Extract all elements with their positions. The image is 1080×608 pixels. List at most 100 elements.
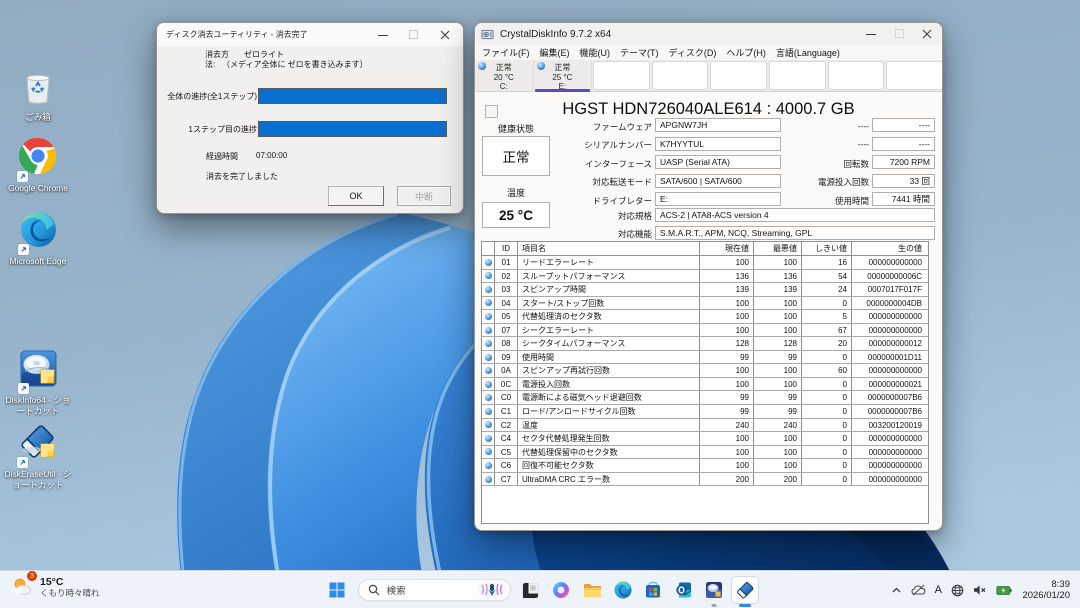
smart-cell-raw: 00000000006C xyxy=(852,270,926,283)
field-right-1-value: ---- xyxy=(872,137,935,151)
smart-row-04[interactable]: 04スタート/ストップ回数10010000000000004DB xyxy=(482,297,928,311)
crystaldiskinfo-taskbar-icon[interactable] xyxy=(701,577,727,603)
field-right-3-label: 電源投入回数 xyxy=(818,176,869,188)
smart-cell-id: C0 xyxy=(495,391,518,404)
smart-header-0: ID xyxy=(495,242,518,255)
shortcut-arrow-icon xyxy=(17,457,28,468)
cdi-titlebar[interactable]: CrystalDiskInfo 9.7.2 x64 xyxy=(475,23,942,45)
search-highlight-art-icon xyxy=(476,581,508,599)
close-button[interactable] xyxy=(913,24,941,43)
erase-dialog-titlebar[interactable]: ディスク消去ユーティリティ - 消去完了 xyxy=(157,23,463,46)
network-globe-icon[interactable] xyxy=(951,584,964,597)
smart-row-C1[interactable]: C1ロード/アンロードサイクル回数999900000000007B6 xyxy=(482,405,928,419)
minimize-button[interactable] xyxy=(367,25,398,44)
file-explorer-icon[interactable] xyxy=(579,577,605,603)
tray-clock[interactable]: 8:39 2026/01/20 xyxy=(1022,579,1070,602)
smart-row-C7[interactable]: C7UltraDMA CRC エラー数2002000000000000000 xyxy=(482,473,928,487)
smart-cell-threshold: 0 xyxy=(802,405,852,418)
menu-item-1[interactable]: 編集(E) xyxy=(535,46,575,59)
field-left-2-label: インターフェース xyxy=(585,158,652,170)
smart-cell-raw: 0000000004DB xyxy=(852,297,926,310)
start-button[interactable] xyxy=(324,577,350,603)
drive-tab-E[interactable]: 正常25 °CE: xyxy=(534,60,593,92)
smart-row-05[interactable]: 05代替処理済のセクタ数1001005000000000000 xyxy=(482,310,928,324)
maximize-button[interactable] xyxy=(398,25,429,44)
smart-row-08[interactable]: 08シークタイムパフォーマンス12812820000000000012 xyxy=(482,337,928,351)
desktop-icon-diskinfo64[interactable]: DiskInfo64 - ショートカット xyxy=(0,350,76,417)
ime-mode-indicator[interactable]: A xyxy=(935,584,942,596)
desktop-screen: ごみ箱 Google Chrome xyxy=(0,0,1080,608)
smart-cell-current: 99 xyxy=(700,405,754,418)
volume-muted-icon[interactable] xyxy=(973,584,987,596)
menu-item-2[interactable]: 機能(U) xyxy=(575,46,616,59)
field-right-0: -------- xyxy=(872,118,935,132)
close-button[interactable] xyxy=(429,25,460,44)
smart-row-0C[interactable]: 0C電源投入回数1001000000000000021 xyxy=(482,378,928,392)
abort-button[interactable]: 中断 xyxy=(397,186,451,206)
menu-item-3[interactable]: テーマ(T) xyxy=(615,46,664,59)
menu-item-0[interactable]: ファイル(F) xyxy=(477,46,535,59)
ok-button[interactable]: OK xyxy=(328,186,384,206)
temperature-box[interactable]: 25 °C xyxy=(482,202,550,228)
drive-status: 正常 xyxy=(534,63,592,72)
cdi-app-icon xyxy=(481,28,494,41)
smart-cell-status xyxy=(482,364,495,377)
search-box[interactable]: 検索 xyxy=(358,579,511,601)
field-left-4: ドライブレターE: xyxy=(655,192,781,206)
smart-row-01[interactable]: 01リードエラーレート10010016000000000000 xyxy=(482,256,928,270)
desktop-icon-diskeraseutil[interactable]: DiskEraseUtil - ショートカット xyxy=(0,423,76,491)
smart-cell-current: 136 xyxy=(700,270,754,283)
smart-row-09[interactable]: 09使用時間99990000000001D11 xyxy=(482,351,928,365)
field-left-3: 対応転送モードSATA/600 | SATA/600 xyxy=(655,174,781,188)
smart-cell-threshold: 16 xyxy=(802,256,852,269)
smart-row-C2[interactable]: C2温度2402400003200120019 xyxy=(482,419,928,433)
field-right-4-value: 7441 時間 xyxy=(872,192,935,206)
smart-cell-current: 100 xyxy=(700,378,754,391)
task-view-icon[interactable] xyxy=(518,577,544,603)
smart-cell-status xyxy=(482,419,495,432)
menu-item-5[interactable]: ヘルプ(H) xyxy=(721,46,771,59)
menu-item-4[interactable]: ディスク(D) xyxy=(664,46,722,59)
smart-row-C4[interactable]: C4セクタ代替処理発生回数1001000000000000000 xyxy=(482,432,928,446)
erase-method-text: ゼロライト （メディア全体に ゼロを書き込みます） xyxy=(222,50,442,70)
smart-header-2: 現在値 xyxy=(700,242,754,255)
step-progress-bar xyxy=(258,121,447,137)
smart-row-02[interactable]: 02スループットパフォーマンス1361365400000000006C xyxy=(482,270,928,284)
smart-row-C0[interactable]: C0電源断による磁気ヘッド退避回数999900000000007B6 xyxy=(482,391,928,405)
drive-tab-C[interactable]: 正常20 °CC: xyxy=(475,60,534,92)
smart-cell-threshold: 0 xyxy=(802,473,852,486)
battery-icon[interactable] xyxy=(996,585,1012,596)
smart-cell-threshold: 54 xyxy=(802,270,852,283)
overall-progress-label: 全体の進捗(全1ステップ) xyxy=(163,92,257,102)
smart-row-C6[interactable]: C6回復不可能セクタ数1001000000000000000 xyxy=(482,459,928,473)
smart-row-03[interactable]: 03スピンアップ時間139139240007017F017F xyxy=(482,283,928,297)
outlook-icon[interactable] xyxy=(671,577,697,603)
maximize-button[interactable] xyxy=(885,24,913,43)
edge-taskbar-icon[interactable] xyxy=(610,577,636,603)
desktop-icon-recycle-bin[interactable]: ごみ箱 xyxy=(0,72,76,123)
smart-row-C5[interactable]: C5代替処理保留中のセクタ数1001000000000000000 xyxy=(482,446,928,460)
menu-item-6[interactable]: 言語(Language) xyxy=(771,46,845,59)
smart-row-07[interactable]: 07シークエラーレート10010067000000000000 xyxy=(482,324,928,338)
copilot-icon[interactable] xyxy=(548,577,574,603)
smart-row-0A[interactable]: 0Aスピンアップ再試行回数10010060000000000000 xyxy=(482,364,928,378)
weather-widget[interactable]: 3 15°C くもり時々晴れ xyxy=(10,575,100,599)
microsoft-store-icon[interactable] xyxy=(640,577,666,603)
health-status-box[interactable]: 正常 xyxy=(482,136,550,176)
smart-table-header: ID項目名現在値最悪値しきい値生の値 xyxy=(482,242,928,256)
smart-cell-raw: 000000000021 xyxy=(852,378,926,391)
desktop-icon-google-chrome[interactable]: Google Chrome xyxy=(0,137,76,194)
hidden-icons-chevron-icon[interactable] xyxy=(891,585,902,596)
desktop-icon-microsoft-edge[interactable]: Microsoft Edge xyxy=(0,211,76,267)
minimize-button[interactable] xyxy=(857,24,885,43)
overall-progress-bar xyxy=(258,88,447,104)
onedrive-paused-icon[interactable] xyxy=(911,584,926,596)
search-icon xyxy=(368,584,380,596)
diskerase-taskbar-icon[interactable] xyxy=(732,577,758,603)
empty-drive-slot-card xyxy=(828,61,885,90)
smart-cell-threshold: 0 xyxy=(802,432,852,445)
field-left-3-label: 対応転送モード xyxy=(592,176,652,188)
smart-cell-current: 240 xyxy=(700,419,754,432)
smart-status-dot xyxy=(485,272,492,279)
shortcut-arrow-icon xyxy=(17,171,28,182)
